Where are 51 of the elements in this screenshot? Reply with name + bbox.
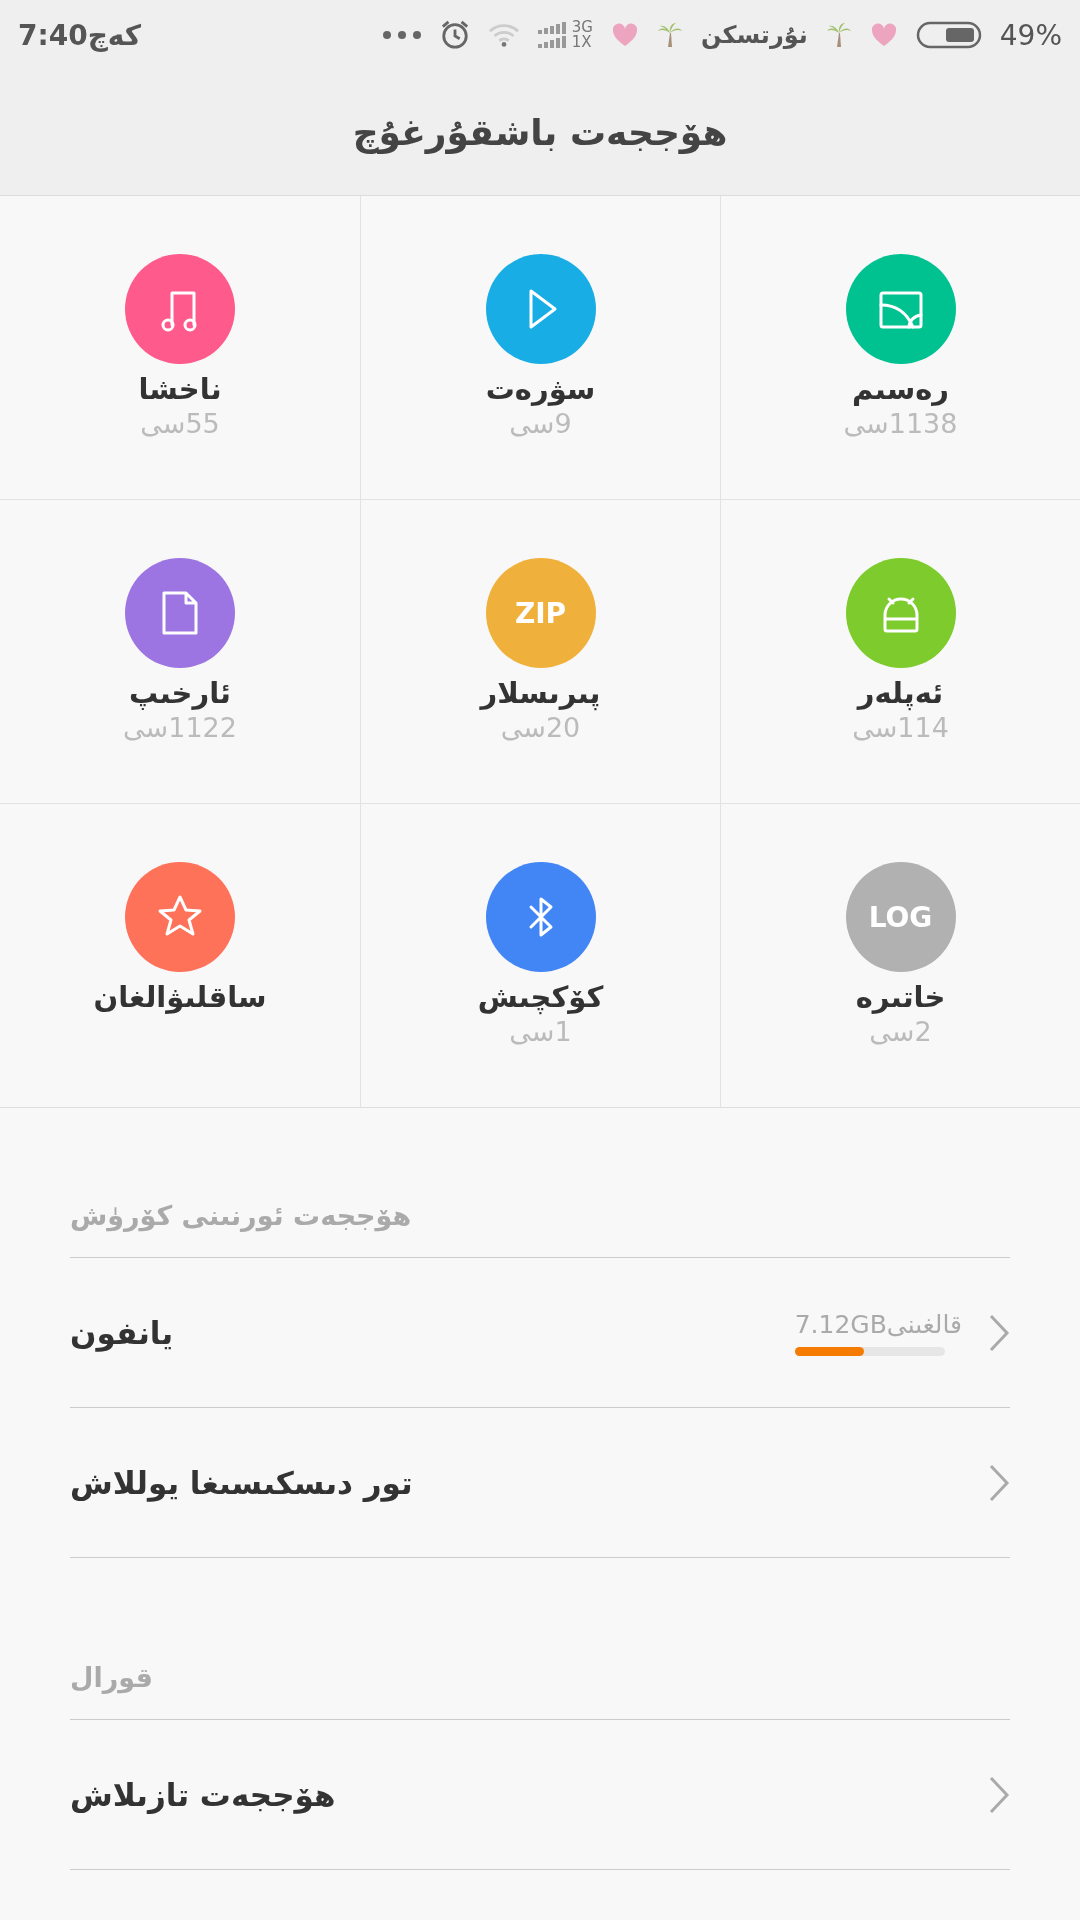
hearts-icon xyxy=(869,22,898,48)
battery-percent: 49% xyxy=(999,18,1062,52)
log-label: LOG xyxy=(868,900,933,934)
file-count: 55سى xyxy=(140,408,220,439)
category-label: ساقلىۋالغان xyxy=(93,980,267,1014)
chevron-right-icon xyxy=(988,1462,1010,1503)
zip-label: ZIP xyxy=(514,596,567,630)
network-type: 1X xyxy=(571,35,593,50)
section-title: هۆججەت ئورنىنى كۆرۈش xyxy=(70,1200,412,1231)
chevron-right-icon xyxy=(988,1774,1010,1815)
screen-title: هۆججەت باشقۇرغۇچ xyxy=(352,112,728,153)
file-count: 114سى xyxy=(852,712,949,743)
file-count: 1138سى xyxy=(843,408,958,439)
network-type: 3G xyxy=(571,20,593,35)
battery-icon xyxy=(915,21,982,49)
file-count: 2سى xyxy=(869,1016,932,1047)
row-label: هۆججەت تازىلاش xyxy=(70,1776,336,1813)
list-row[interactable]: هۆججەت تازىلاش xyxy=(70,1720,1010,1870)
row-label: يانفون xyxy=(70,1314,174,1351)
category-tile[interactable]: ساقلىۋالغان xyxy=(0,803,360,1107)
category-label: كۆكچىش xyxy=(477,980,604,1014)
carrier-name: نۇرتسكن xyxy=(700,21,808,49)
category-label: ناخشا xyxy=(138,372,222,406)
file-count: 9سى xyxy=(509,408,572,439)
category-tile[interactable]: سۋرەت 9سى xyxy=(360,196,720,499)
category-label: رەسىم xyxy=(852,372,949,406)
list-row[interactable]: يانفون قالغىنى7.12GB xyxy=(70,1258,1010,1408)
file-count: 20سى xyxy=(500,712,581,743)
category-label: ئەپلەر xyxy=(857,676,944,710)
wifi-icon xyxy=(487,22,520,48)
storage-free: قالغىنى7.12GB xyxy=(794,1309,962,1339)
category-tile[interactable]: كۆكچىش 1سى xyxy=(360,803,720,1107)
category-label: خاتىرە xyxy=(855,980,946,1014)
hearts-icon xyxy=(610,22,639,48)
file-count: 1سى xyxy=(509,1016,572,1047)
list-row[interactable]: تور دىسكىسىغا يوللاش xyxy=(70,1408,1010,1558)
category-tile[interactable]: ئارخىپ 1122سى xyxy=(0,499,360,803)
row-label: تور دىسكىسىغا يوللاش xyxy=(70,1464,413,1501)
category-label: ئارخىپ xyxy=(129,676,231,710)
file-count: 1122سى xyxy=(123,712,237,743)
category-tile[interactable]: رەسىم 1138سى xyxy=(720,196,1080,499)
alarm-icon xyxy=(439,20,470,50)
section-title: قورال xyxy=(70,1662,153,1693)
status-time: كەچ7:40 xyxy=(18,18,142,52)
chevron-right-icon xyxy=(988,1312,1010,1353)
more-icon xyxy=(381,30,422,40)
category-tile[interactable]: ئەپلەر 114سى xyxy=(720,499,1080,803)
signal-icon xyxy=(537,22,566,48)
category-label: پىرىسلار xyxy=(480,676,601,710)
category-label: سۋرەت xyxy=(485,372,596,406)
category-tile[interactable]: ناخشا 55سى xyxy=(0,196,360,499)
